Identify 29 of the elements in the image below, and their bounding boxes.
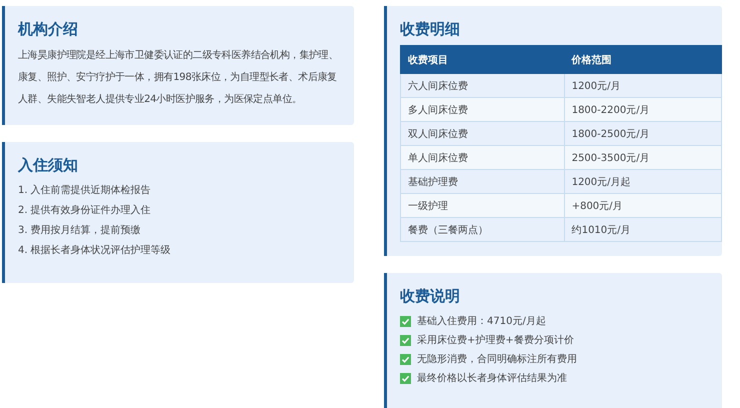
table-cell: +800元/月 bbox=[564, 194, 722, 218]
table-cell: 2500-3500元/月 bbox=[564, 146, 722, 170]
column-header: 收费项目 bbox=[400, 46, 564, 74]
section-title: 机构介绍 bbox=[18, 20, 79, 39]
note-text: 基础入住费用：4710元/月起 bbox=[417, 314, 546, 329]
note-text: 采用床位费+护理费+餐费分项计价 bbox=[417, 334, 574, 348]
section-title: 收费说明 bbox=[400, 287, 461, 306]
notice-item: 2. 提供有效身份证件办理入住 bbox=[18, 204, 152, 218]
table-cell: 1800-2500元/月 bbox=[564, 122, 722, 146]
section-title: 收费明细 bbox=[400, 20, 461, 39]
column-header: 价格范围 bbox=[564, 46, 722, 74]
intro-paragraph: 上海昊康护理院是经上海市卫健委认证的二级专科医养结合机构，集护理、康复、照护、安宁疗护于一体，拥有198张床位，为自理型长者、术后康复人群、失能失智老人提供专业24小时医护服务，为医保定点单位。 bbox=[18, 48, 340, 107]
note-text: 最终价格以长者身体评估结果为准 bbox=[417, 372, 567, 386]
section-title: 入住须知 bbox=[18, 156, 79, 175]
notice-item: 1. 入住前需提供近期体检报告 bbox=[18, 184, 152, 198]
table-cell: 单人间床位费 bbox=[400, 146, 564, 170]
table-cell: 1200元/月 bbox=[564, 74, 722, 98]
table-cell: 一级护理 bbox=[400, 194, 564, 218]
table-cell: 约1010元/月 bbox=[564, 218, 722, 242]
notice-item: 3. 费用按月结算，提前预缴 bbox=[18, 224, 142, 238]
table-cell: 餐费（三餐两点） bbox=[400, 218, 564, 242]
table-cell: 双人间床位费 bbox=[400, 122, 564, 146]
notice-item: 4. 根据长者身体状况评估护理等级 bbox=[18, 244, 172, 258]
table-cell: 1800-2200元/月 bbox=[564, 98, 722, 122]
table-cell: 基础护理费 bbox=[400, 170, 564, 194]
table-cell: 六人间床位费 bbox=[400, 74, 564, 98]
table-cell: 多人间床位费 bbox=[400, 98, 564, 122]
table-cell: 1200元/月起 bbox=[564, 170, 722, 194]
note-text: 无隐形消费，合同明确标注所有费用 bbox=[417, 352, 577, 367]
